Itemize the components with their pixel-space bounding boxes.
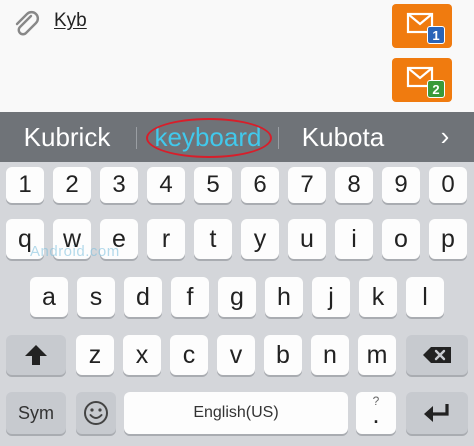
enter-icon <box>424 404 449 422</box>
key-0[interactable]: 0 <box>429 167 467 203</box>
backspace-icon <box>423 347 451 363</box>
key-f[interactable]: f <box>171 277 209 317</box>
key-x[interactable]: x <box>123 335 161 375</box>
key-p[interactable]: p <box>429 219 467 259</box>
smiley-icon <box>84 401 108 425</box>
mail-button-1[interactable]: 1 <box>392 4 452 48</box>
suggestion-keyboard[interactable]: keyboard <box>140 112 276 162</box>
period-key[interactable]: ? . <box>356 392 396 434</box>
emoji-key[interactable] <box>76 392 116 434</box>
key-2[interactable]: 2 <box>53 167 91 203</box>
key-1[interactable]: 1 <box>6 167 44 203</box>
key-w[interactable]: w <box>53 219 91 259</box>
key-r[interactable]: r <box>147 219 185 259</box>
key-t[interactable]: t <box>194 219 232 259</box>
key-e[interactable]: e <box>100 219 138 259</box>
suggestion-divider <box>136 127 137 149</box>
chevron-right-icon[interactable]: › <box>430 112 460 162</box>
key-h[interactable]: h <box>265 277 303 317</box>
key-c[interactable]: c <box>170 335 208 375</box>
shift-arrow-icon <box>25 345 47 365</box>
key-n[interactable]: n <box>311 335 349 375</box>
key-k[interactable]: k <box>359 277 397 317</box>
key-y[interactable]: y <box>241 219 279 259</box>
keyboard: 1 2 3 4 5 6 7 8 9 0 q w e r t y u i o p … <box>0 162 474 446</box>
key-u[interactable]: u <box>288 219 326 259</box>
compose-area[interactable]: Kyb 1 2 <box>0 0 474 112</box>
key-j[interactable]: j <box>312 277 350 317</box>
key-i[interactable]: i <box>335 219 373 259</box>
space-key[interactable]: English(US) <box>124 392 348 434</box>
key-v[interactable]: v <box>217 335 255 375</box>
shift-key[interactable] <box>6 335 66 375</box>
key-9[interactable]: 9 <box>382 167 420 203</box>
enter-key[interactable] <box>406 392 468 434</box>
key-q[interactable]: q <box>6 219 44 259</box>
key-o[interactable]: o <box>382 219 420 259</box>
key-b[interactable]: b <box>264 335 302 375</box>
compose-text[interactable]: Kyb <box>54 10 87 32</box>
key-3[interactable]: 3 <box>100 167 138 203</box>
mail-badge-2: 2 <box>427 80 445 98</box>
key-l[interactable]: l <box>406 277 444 317</box>
key-d[interactable]: d <box>124 277 162 317</box>
key-5[interactable]: 5 <box>194 167 232 203</box>
suggestion-divider <box>278 127 279 149</box>
key-7[interactable]: 7 <box>288 167 326 203</box>
suggestion-strip: Kubrick keyboard Kubota <box>0 112 474 162</box>
key-s[interactable]: s <box>77 277 115 317</box>
key-m[interactable]: m <box>358 335 396 375</box>
key-a[interactable]: a <box>30 277 68 317</box>
suggestion-kubota[interactable]: Kubota <box>282 112 404 162</box>
suggestion-kubrick[interactable]: Kubrick <box>0 112 134 162</box>
key-8[interactable]: 8 <box>335 167 373 203</box>
sym-key[interactable]: Sym <box>6 392 66 434</box>
mail-badge-1: 1 <box>427 26 445 44</box>
period-label: . <box>372 399 380 429</box>
key-g[interactable]: g <box>218 277 256 317</box>
backspace-key[interactable] <box>406 335 468 375</box>
key-z[interactable]: z <box>76 335 114 375</box>
key-6[interactable]: 6 <box>241 167 279 203</box>
paperclip-icon[interactable] <box>10 8 42 40</box>
key-4[interactable]: 4 <box>147 167 185 203</box>
mail-button-2[interactable]: 2 <box>392 58 452 102</box>
